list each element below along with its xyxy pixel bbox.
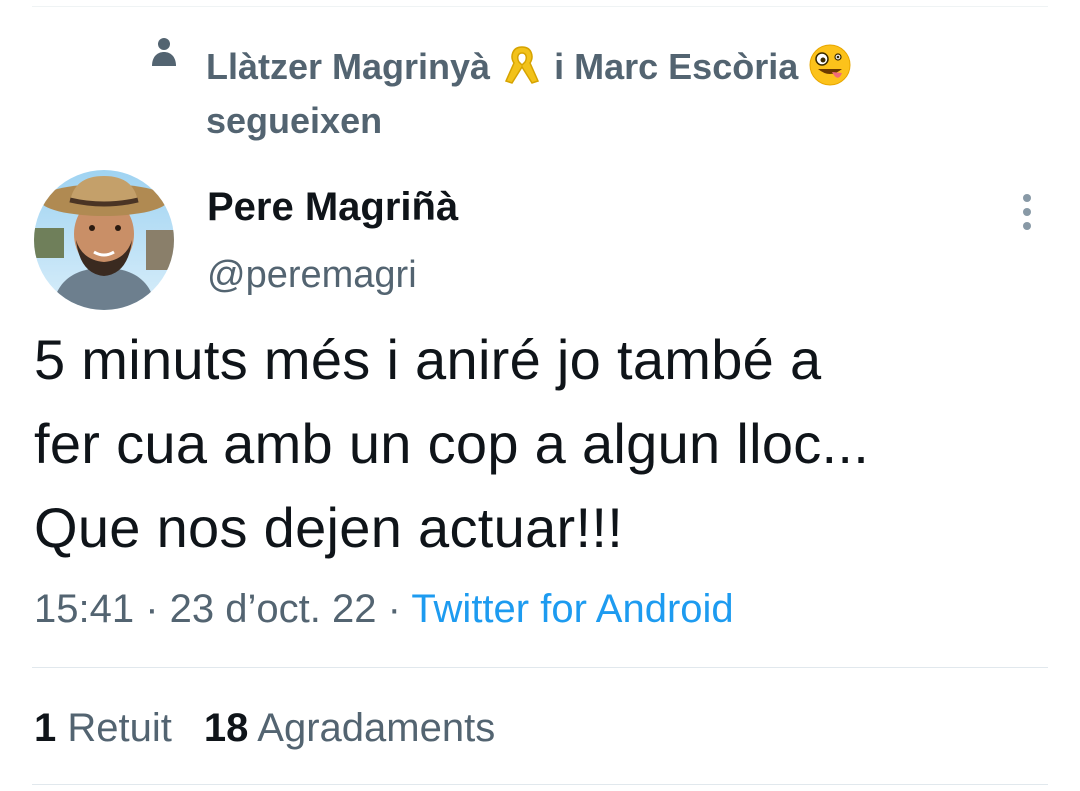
person-icon <box>152 38 176 66</box>
tweet-line: 5 minuts més i aniré jo també a <box>34 328 822 391</box>
tweet-line: fer cua amb un cop a algun lloc... <box>34 412 870 475</box>
tweet-time[interactable]: 15:41 <box>34 587 134 631</box>
more-dot-icon <box>1023 194 1031 202</box>
context-user-marc[interactable]: Marc Escòria <box>574 46 798 87</box>
tweet-source-link[interactable]: Twitter for Android <box>411 587 733 631</box>
tweet-stats: 1 Retuit 18 Agradaments <box>34 701 495 755</box>
divider <box>32 784 1048 785</box>
likes-count: 18 <box>203 706 249 750</box>
retweets-label: Retuit <box>67 706 172 750</box>
meta-separator: · <box>134 587 170 631</box>
zany-face-emoji-icon <box>809 44 851 86</box>
avatar[interactable] <box>34 170 174 310</box>
author-handle[interactable]: @peremagri <box>207 250 417 300</box>
retweets-count: 1 <box>34 706 57 750</box>
divider <box>32 667 1048 668</box>
more-options-button[interactable] <box>1012 190 1042 230</box>
more-dot-icon <box>1023 222 1031 230</box>
tweet-meta: 15:41 · 23 d’oct. 22 · Twitter for Andro… <box>34 582 734 636</box>
likes-stat[interactable]: 18 Agradaments <box>204 706 495 750</box>
tweet-line: Que nos dejen actuar!!! <box>34 496 624 559</box>
more-dot-icon <box>1023 208 1031 216</box>
context-action: segueixen <box>206 100 383 141</box>
retweets-stat[interactable]: 1 Retuit <box>34 706 172 750</box>
context-user-llatzer[interactable]: Llàtzer Magrinyà <box>206 46 490 87</box>
author-name[interactable]: Pere Magriñà <box>207 182 458 232</box>
yellow-ribbon-icon <box>505 46 540 84</box>
tweet-text: 5 minuts més i aniré jo també a fer cua … <box>34 318 1044 570</box>
top-divider <box>32 6 1048 7</box>
avatar-photo <box>34 170 174 310</box>
likes-label: Agradaments <box>257 706 496 750</box>
social-context-text: Llàtzer Magrinyà i Marc Escòria segueixe… <box>206 40 966 148</box>
tweet-date[interactable]: 23 d’oct. 22 <box>170 587 377 631</box>
context-connector: i <box>544 46 575 87</box>
meta-separator: · <box>376 587 412 631</box>
